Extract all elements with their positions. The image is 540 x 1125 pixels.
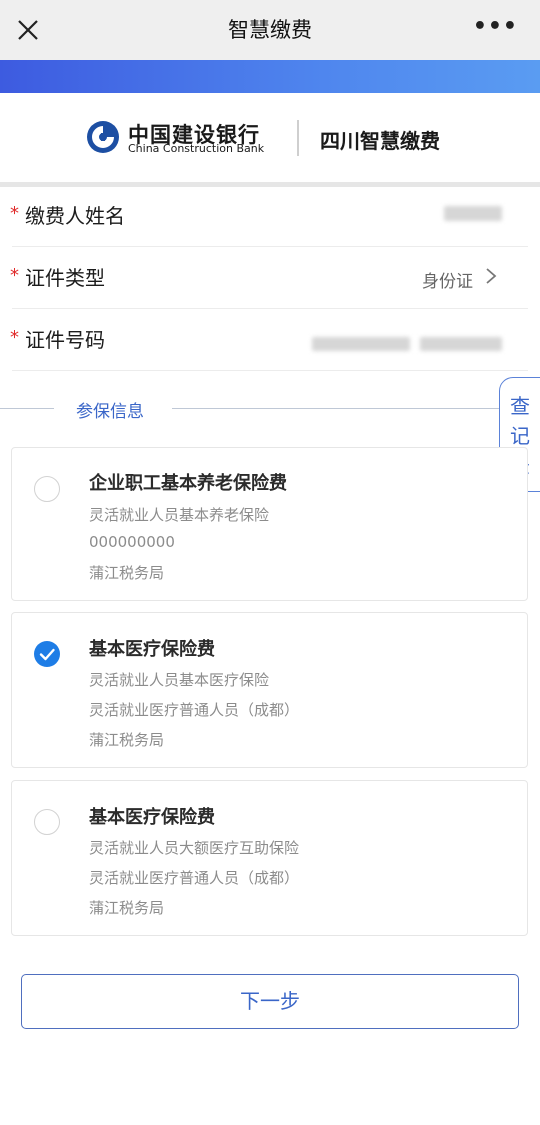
title-bar: 智慧缴费 ••• [0,0,540,60]
insurance-item-card[interactable]: 基本医疗保险费 灵活就业人员基本医疗保险 灵活就业医疗普通人员（成都） 蒲江税务… [11,612,528,768]
row-divider [12,370,528,371]
item-detail: 灵活就业医疗普通人员（成都） [89,869,300,887]
id-number-value-masked [312,337,410,351]
more-icon[interactable]: ••• [473,14,518,39]
required-mark: * [10,265,19,286]
item-detail: 蒲江税务局 [89,564,165,582]
item-detail: 灵活就业人员基本医疗保险 [89,671,270,689]
item-title: 基本医疗保险费 [89,807,215,828]
id-number-label: 证件号码 [25,328,105,352]
required-mark: * [10,203,19,224]
id-type-value: 身份证 [422,272,473,292]
item-detail: 灵活就业人员基本养老保险 [89,506,270,524]
item-detail: 蒲江税务局 [89,899,165,917]
item-title: 基本医疗保险费 [89,639,215,660]
payer-name-value-masked [444,206,502,221]
bank-name-en: China Construction Bank [128,142,265,155]
item-detail: 灵活就业医疗普通人员（成都） [89,701,300,719]
item-detail: 蒲江税务局 [89,731,165,749]
query-records-char: 查 [510,394,530,418]
radio-checked[interactable] [34,641,60,667]
next-step-button[interactable]: 下一步 [21,974,519,1029]
id-type-row[interactable]: * 证件类型 身份证 [0,247,540,309]
heading-line-right [172,408,540,409]
section-title: 参保信息 [76,402,144,422]
service-name: 四川智慧缴费 [320,129,440,153]
page-title: 智慧缴费 [228,18,312,42]
header-banner [0,60,540,93]
id-type-label: 证件类型 [25,266,105,290]
item-title: 企业职工基本养老保险费 [89,473,287,494]
insurance-section-heading: 参保信息 [0,396,540,422]
required-mark: * [10,327,19,348]
id-number-value-masked [420,337,502,351]
payer-name-row[interactable]: * 缴费人姓名 [0,185,540,247]
item-detail: 000000000 [89,533,175,551]
id-number-row[interactable]: * 证件号码 [0,309,540,371]
check-icon [39,648,55,661]
insurance-item-card[interactable]: 基本医疗保险费 灵活就业人员大额医疗互助保险 灵活就业医疗普通人员（成都） 蒲江… [11,780,528,936]
item-detail: 灵活就业人员大额医疗互助保险 [89,839,300,857]
insurance-item-card[interactable]: 企业职工基本养老保险费 灵活就业人员基本养老保险 000000000 蒲江税务局 [11,447,528,601]
radio-unchecked[interactable] [34,476,60,502]
payer-name-label: 缴费人姓名 [25,204,125,228]
radio-unchecked[interactable] [34,809,60,835]
ccb-logo-icon [87,121,119,153]
brand-divider [297,120,299,156]
heading-line-left [0,408,54,409]
chevron-right-icon [486,268,497,284]
